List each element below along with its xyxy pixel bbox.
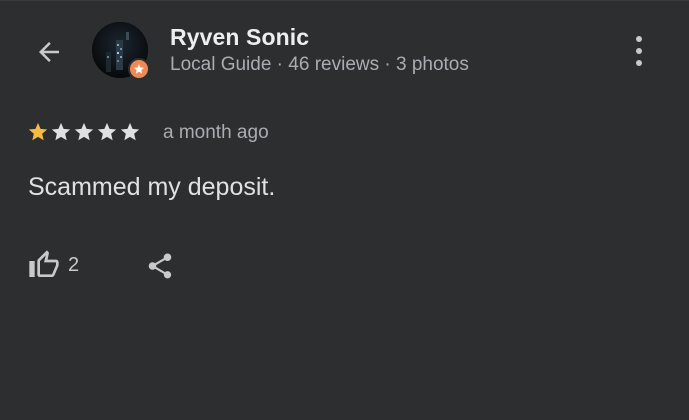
like-button[interactable]: 2 [28,249,79,281]
more-vert-icon [636,36,642,42]
thumb-up-icon [29,250,59,277]
star-filled-icon [28,122,48,141]
star-empty-icon [97,122,117,141]
star-empty-icon [120,122,140,141]
reviewer-name[interactable]: Ryven Sonic [170,24,309,51]
avatar[interactable] [92,22,150,80]
star-empty-icon [51,122,71,141]
local-guide-star-icon [134,64,144,74]
more-options-button[interactable] [624,33,654,69]
share-button[interactable] [144,249,176,283]
top-divider [0,0,689,1]
review-text: Scammed my deposit. [28,173,276,201]
star-rating [27,121,141,143]
share-icon [148,253,172,279]
like-count: 2 [68,253,80,276]
back-button[interactable] [30,33,68,71]
reviewer-subtitle: Local Guide · 46 reviews · 3 photos [170,54,469,75]
review-timestamp: a month ago [163,122,269,143]
arrow-left-icon [39,42,59,62]
star-empty-icon [74,122,94,141]
local-guide-badge [128,58,150,80]
